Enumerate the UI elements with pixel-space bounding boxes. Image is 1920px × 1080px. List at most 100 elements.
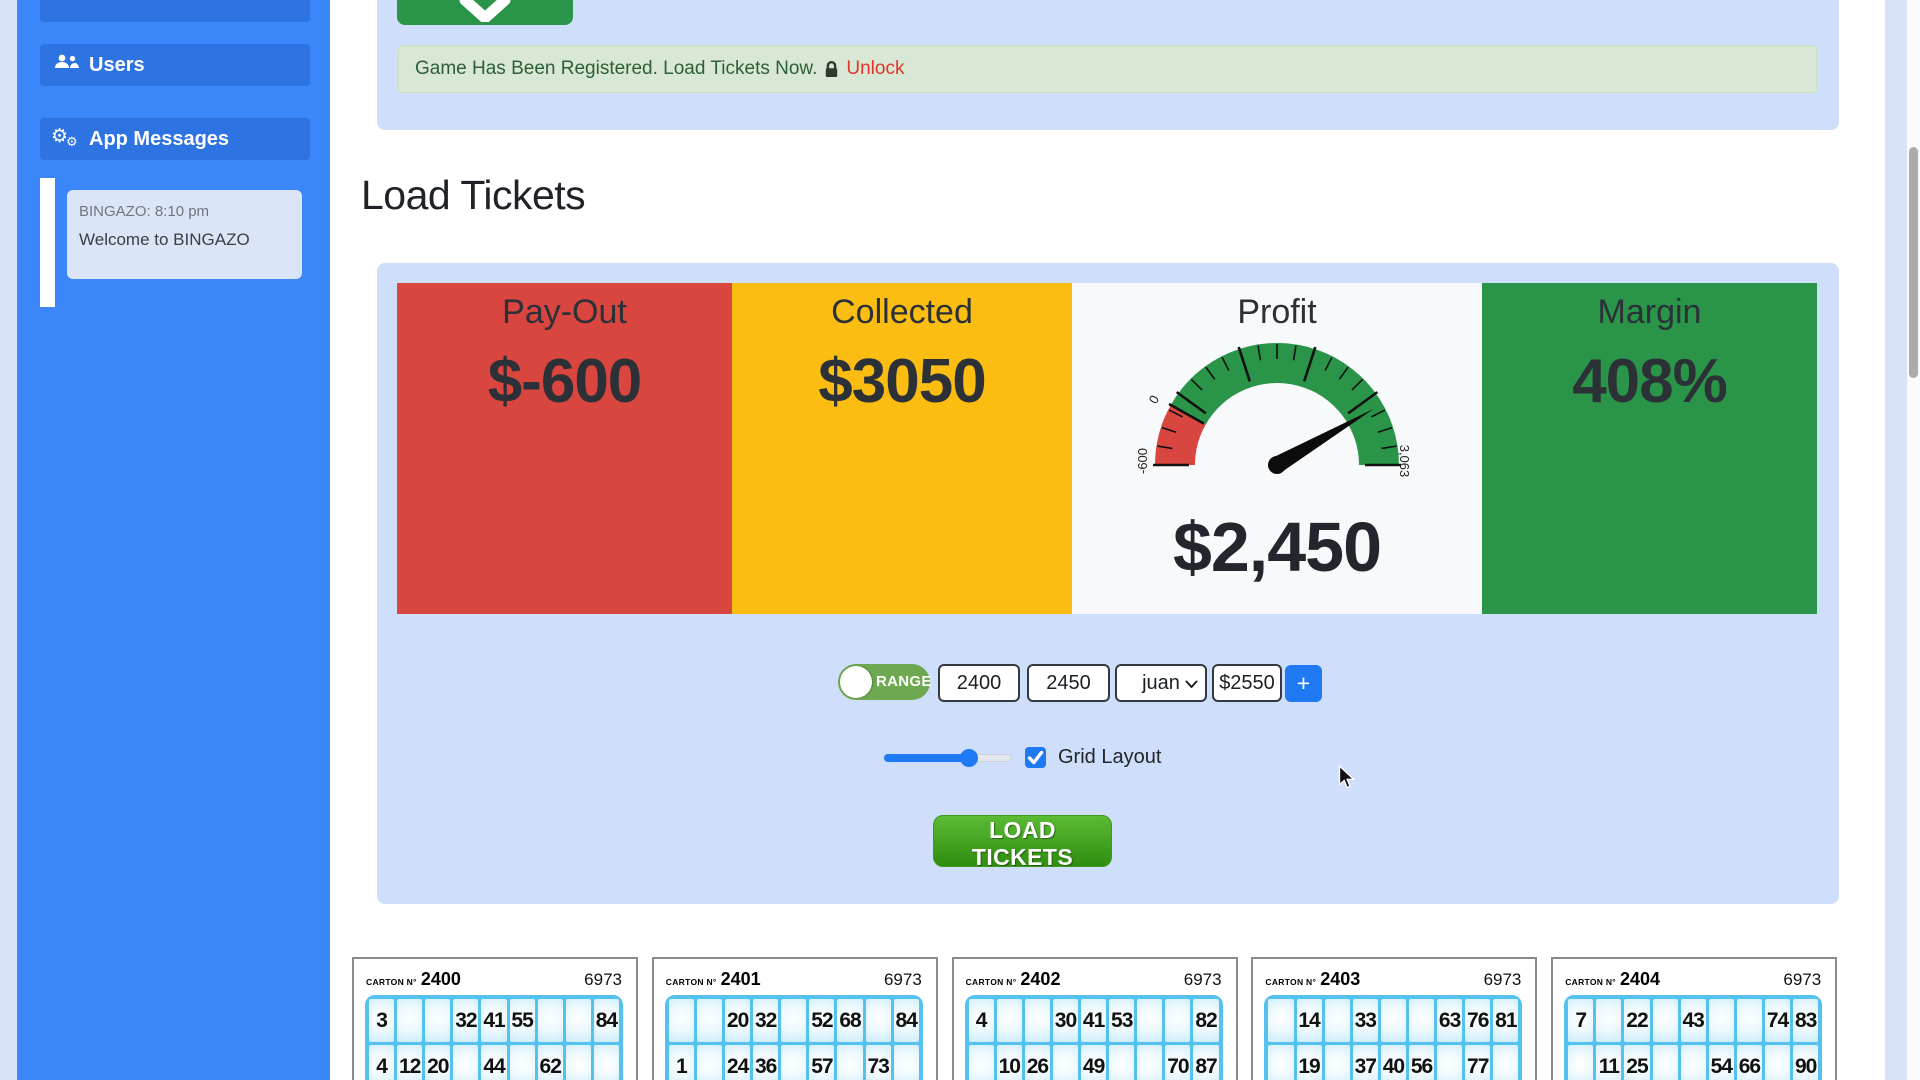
bingo-cell: 57 <box>809 1045 834 1080</box>
bingo-card-header: CARTON N°24006973 <box>354 959 636 996</box>
range-toggle-label: RANGE <box>876 673 932 690</box>
bingo-cell: 40 <box>1381 1045 1406 1080</box>
bingo-cell <box>997 999 1022 1042</box>
carton-prefix: CARTON N° <box>366 977 417 987</box>
bingo-cell <box>1653 999 1678 1042</box>
stat-tile-margin: Margin 408% <box>1482 283 1817 614</box>
carton-serial: 6973 <box>1484 970 1522 990</box>
carton-serial: 6973 <box>1783 970 1821 990</box>
bingo-cell <box>1596 999 1621 1042</box>
add-range-button[interactable]: + <box>1285 665 1322 702</box>
bingo-cell <box>837 1045 862 1080</box>
bingo-cell <box>1765 1045 1790 1080</box>
bingo-cell: 82 <box>1193 999 1218 1042</box>
bingo-card-header: CARTON N°24026973 <box>954 959 1236 996</box>
scrollbar-track[interactable] <box>1907 0 1920 1080</box>
bingo-cell <box>538 999 563 1042</box>
carton-prefix: CARTON N° <box>1265 977 1316 987</box>
page-title: Load Tickets <box>361 172 585 219</box>
registered-button[interactable] <box>397 0 573 25</box>
bingo-cell <box>1737 999 1762 1042</box>
bingo-cell: 90 <box>1793 1045 1818 1080</box>
bingo-cell <box>1325 1045 1350 1080</box>
bingo-cell: 7 <box>1568 999 1593 1042</box>
bingo-cell: 41 <box>1081 999 1106 1042</box>
bingo-cell <box>1681 1045 1706 1080</box>
bingo-cell: 10 <box>997 1045 1022 1080</box>
ticket-from-input[interactable] <box>938 664 1020 702</box>
bingo-cell <box>1381 999 1406 1042</box>
bingo-cell <box>969 1045 994 1080</box>
range-toggle[interactable]: RANGE <box>838 664 930 700</box>
size-slider[interactable] <box>883 754 1012 762</box>
ticket-to-input[interactable] <box>1027 664 1110 702</box>
sidebar-item-label: Users <box>89 54 145 77</box>
bingo-cell <box>1137 999 1162 1042</box>
scrollbar-thumb[interactable] <box>1909 147 1918 378</box>
sidebar-item-partial[interactable] <box>40 0 310 22</box>
bingo-cell: 66 <box>1737 1045 1762 1080</box>
bingo-cell: 14 <box>1297 999 1322 1042</box>
bingo-cell <box>1437 1045 1462 1080</box>
bingo-cell <box>781 1045 806 1080</box>
seller-select-value: juan <box>1142 672 1180 695</box>
bingo-cell <box>1268 999 1293 1042</box>
stat-label: Margin <box>1482 293 1817 332</box>
bingo-card: CARTON N°24006973332415584412204462 <box>352 957 638 1080</box>
lock-icon <box>824 61 839 78</box>
bingo-cell: 63 <box>1437 999 1462 1042</box>
bingo-card: CARTON N°240269734304153821026497087 <box>952 957 1238 1080</box>
sidebar-item-app-messages[interactable]: ⚙⚙ App Messages <box>40 118 310 160</box>
bingo-cell <box>669 999 694 1042</box>
bingo-cell <box>1137 1045 1162 1080</box>
bingo-grid: 2032526884124365773 <box>665 995 923 1080</box>
bingo-cell <box>866 999 891 1042</box>
bingo-cell <box>894 1045 919 1080</box>
app-root: Users ⚙⚙ App Messages BINGAZO: 8:10 pm W… <box>0 0 1920 1080</box>
bingo-cell: 68 <box>837 999 862 1042</box>
stat-label: Profit <box>1072 293 1482 332</box>
bingo-cell <box>1268 1045 1293 1080</box>
carton-serial: 6973 <box>1184 970 1222 990</box>
bingo-cell <box>510 1045 535 1080</box>
bingo-cell <box>397 999 422 1042</box>
load-tickets-panel: Pay-Out $-600 Collected $3050 Profit -60… <box>377 263 1839 904</box>
bingo-cell: 81 <box>1493 999 1518 1042</box>
slider-thumb[interactable] <box>960 749 978 767</box>
sidebar: Users ⚙⚙ App Messages BINGAZO: 8:10 pm W… <box>17 0 330 1080</box>
bingo-cell: 32 <box>753 999 778 1042</box>
stat-tile-collected: Collected $3050 <box>732 283 1072 614</box>
bingo-cell: 37 <box>1353 1045 1378 1080</box>
bingo-cell: 20 <box>425 1045 450 1080</box>
bingo-cell: 84 <box>894 999 919 1042</box>
bingo-cell <box>1409 999 1434 1042</box>
bingo-cell <box>1653 1045 1678 1080</box>
bingo-cell: 32 <box>453 999 478 1042</box>
sidebar-item-users[interactable]: Users <box>40 44 310 86</box>
app-message-card: BINGAZO: 8:10 pm Welcome to BINGAZO <box>67 190 302 279</box>
carton-serial: 6973 <box>884 970 922 990</box>
bingo-cell: 25 <box>1624 1045 1649 1080</box>
registration-alert: Game Has Been Registered. Load Tickets N… <box>398 45 1817 93</box>
bingo-cell <box>1493 1045 1518 1080</box>
bingo-cell <box>697 1045 722 1080</box>
bingo-cell: 84 <box>594 999 619 1042</box>
unlock-link[interactable]: Unlock <box>846 58 904 80</box>
bingo-cell: 49 <box>1081 1045 1106 1080</box>
bingo-cell: 44 <box>481 1045 506 1080</box>
message-meta: BINGAZO: 8:10 pm <box>79 203 290 220</box>
bingo-grid: 7224374831125546690 <box>1564 995 1822 1080</box>
load-tickets-button[interactable]: LOAD TICKETS <box>933 815 1112 867</box>
grid-layout-checkbox[interactable] <box>1025 747 1046 768</box>
carton-number: 2404 <box>1620 969 1660 990</box>
seller-select[interactable]: juan <box>1115 664 1207 702</box>
bingo-card: CARTON N°240469737224374831125546690 <box>1551 957 1837 1080</box>
registration-panel: Game Has Been Registered. Load Tickets N… <box>377 0 1839 130</box>
bingo-cell: 33 <box>1353 999 1378 1042</box>
price-input[interactable] <box>1212 664 1282 702</box>
toggle-knob[interactable] <box>840 666 872 698</box>
bingo-grid: 332415584412204462 <box>365 995 623 1080</box>
carton-prefix: CARTON N° <box>666 977 717 987</box>
message-body: Welcome to BINGAZO <box>79 230 290 250</box>
bingo-cell: 22 <box>1624 999 1649 1042</box>
